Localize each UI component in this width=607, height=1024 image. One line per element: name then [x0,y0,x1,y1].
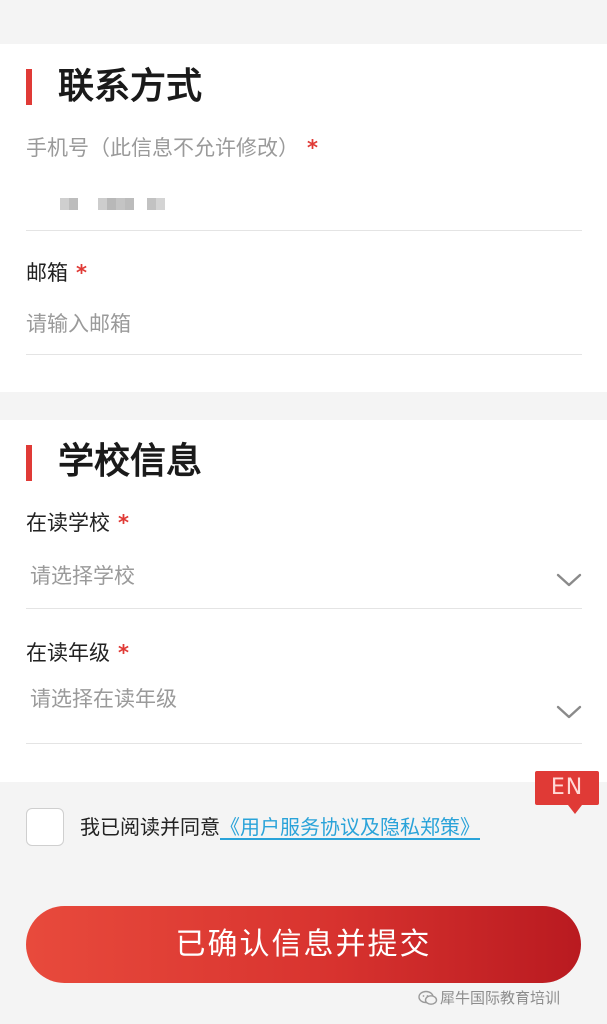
email-label: 邮箱 * [26,260,87,286]
phone-label-text: 手机号（此信息不允许修改） [26,136,299,160]
submit-button[interactable]: 已确认信息并提交 [26,906,581,983]
grade-label-text: 在读年级 [26,641,110,665]
required-mark: * [76,261,87,285]
divider [26,354,582,355]
agreement-link[interactable]: 《用户服务协议及隐私郑策》 [220,815,480,839]
school-select[interactable]: 请选择学校 [0,550,607,600]
divider [26,743,582,744]
language-badge-tail [568,805,582,814]
required-mark: * [307,136,318,160]
divider [26,230,582,231]
chevron-down-icon [556,705,582,719]
required-mark: * [118,511,129,535]
chevron-down-icon [556,573,582,587]
agreement-checkbox[interactable] [26,808,64,846]
agreement-prefix: 我已阅读并同意 [80,815,220,839]
section-accent-bar [26,445,32,481]
required-mark: * [118,641,129,665]
school-select-placeholder: 请选择学校 [30,564,135,588]
agreement-text: 我已阅读并同意《用户服务协议及隐私郑策》 [80,814,480,840]
email-label-text: 邮箱 [26,261,68,285]
phone-label: 手机号（此信息不允许修改） * [26,135,318,161]
divider [26,608,582,609]
school-label-text: 在读学校 [26,511,110,535]
section-accent-bar [26,69,32,105]
grade-select-placeholder: 请选择在读年级 [30,687,177,711]
contact-section: 联系方式 手机号（此信息不允许修改） * 邮箱 * 请输入邮箱 [0,44,607,392]
school-section: 学校信息 在读学校 * 请选择学校 在读年级 * 请选择在读年级 [0,420,607,782]
wechat-icon [418,990,438,1005]
school-label: 在读学校 * [26,510,129,536]
email-input[interactable]: 请输入邮箱 [26,311,131,337]
watermark-text: 犀牛国际教育培训 [440,989,561,1007]
grade-label: 在读年级 * [26,640,129,666]
section-title-school: 学校信息 [58,441,203,482]
section-title-contact: 联系方式 [58,66,203,107]
language-toggle-button[interactable]: EN [535,771,599,805]
grade-select[interactable]: 请选择在读年级 [0,678,607,744]
